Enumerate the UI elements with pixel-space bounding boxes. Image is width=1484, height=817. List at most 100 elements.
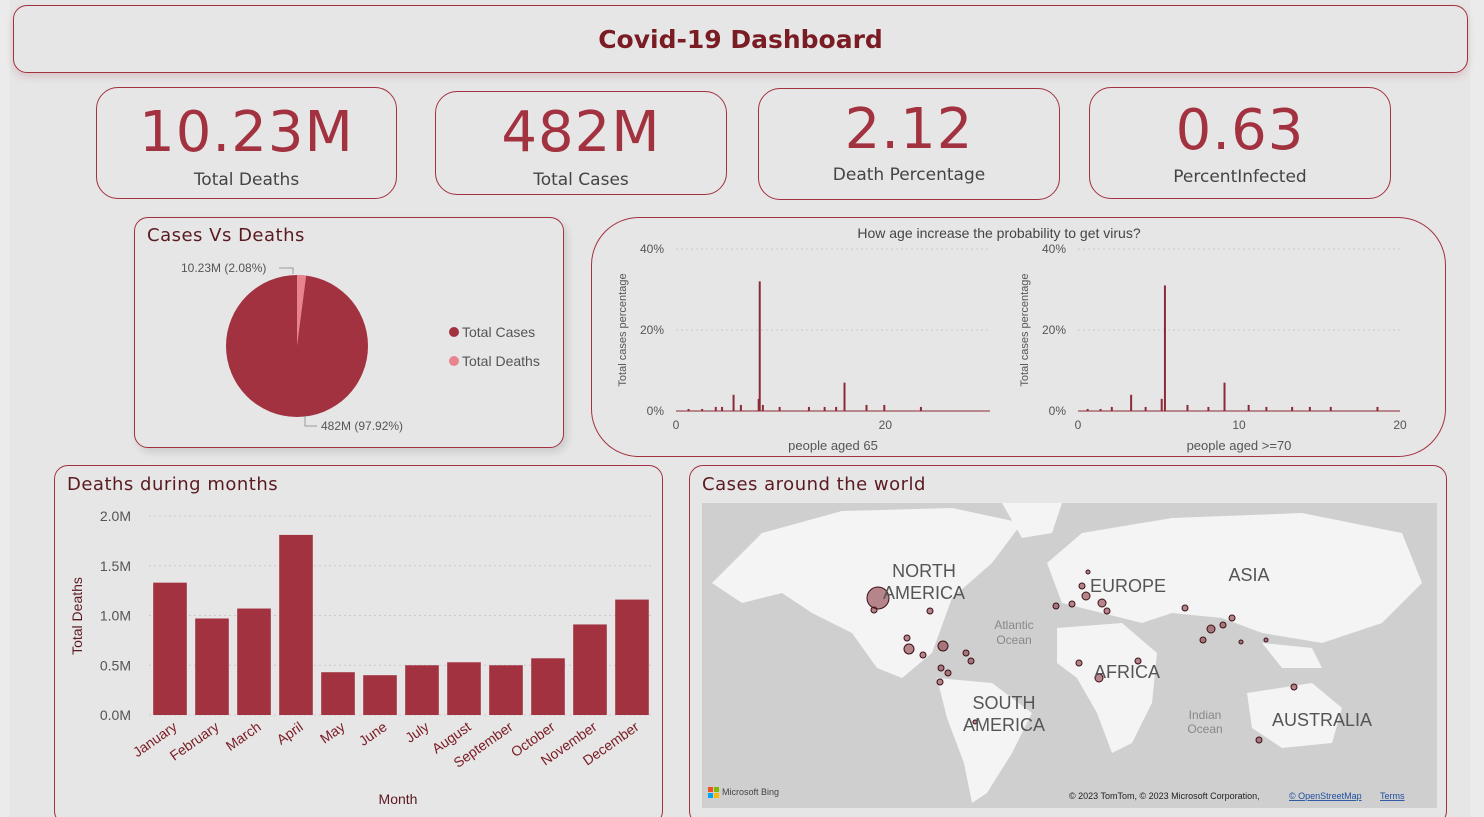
kpi-total-cases[interactable]: 482M Total Cases [435, 91, 727, 195]
legend-label-total-deaths[interactable]: Total Deaths [462, 353, 540, 369]
x-tick-label: May [317, 718, 348, 746]
continent-label: SOUTH [973, 693, 1036, 713]
kpi-percent-infected[interactable]: 0.63 PercentInfected [1089, 87, 1391, 199]
map-bubble[interactable] [967, 657, 975, 665]
histogram-bar[interactable] [778, 406, 781, 411]
openstreetmap-link[interactable]: © OpenStreetMap [1289, 791, 1362, 801]
map-bubble[interactable] [1228, 614, 1236, 622]
kpi-death-percentage[interactable]: 2.12 Death Percentage [758, 88, 1060, 200]
map-bubble[interactable] [1103, 607, 1111, 615]
map-bubble[interactable] [1097, 598, 1107, 608]
histogram-bar[interactable] [1376, 406, 1379, 411]
map-bubble[interactable] [1263, 637, 1269, 643]
map-bubble[interactable] [937, 640, 949, 652]
legend-label-total-cases[interactable]: Total Cases [462, 324, 535, 340]
histogram-bar[interactable] [919, 406, 922, 411]
kpi-value: 2.12 [844, 97, 974, 162]
world-map-card[interactable]: Cases around the world NORTH AMERICA EUR… [689, 465, 1447, 817]
map-bubble[interactable] [1068, 600, 1076, 608]
bar-july[interactable] [405, 665, 439, 715]
map-bubble[interactable] [962, 649, 970, 657]
monthly-deaths-card[interactable]: Deaths during months 0.0M 0.5M 1.0M 1.5M 2.0… [54, 465, 663, 817]
bar-march[interactable] [237, 608, 271, 715]
ocean-label: Ocean [1187, 722, 1222, 736]
histogram-bar[interactable] [758, 281, 761, 411]
histogram-bar[interactable] [865, 404, 868, 411]
map-bubble[interactable] [1078, 582, 1086, 590]
histogram-bar[interactable] [701, 408, 704, 411]
bar-december[interactable] [615, 599, 649, 715]
histogram-bar[interactable] [1247, 404, 1250, 411]
world-map[interactable]: NORTH AMERICA EUROPE ASIA AFRICA SOUTH A… [702, 503, 1437, 808]
histogram-bar[interactable] [1099, 408, 1102, 411]
bar-june[interactable] [363, 675, 397, 715]
histogram-bar[interactable] [1163, 285, 1166, 411]
histogram-bar[interactable] [1086, 408, 1089, 411]
map-bubble[interactable] [1052, 602, 1060, 610]
terms-link[interactable]: Terms [1380, 791, 1405, 801]
ocean-label: Indian [1189, 708, 1222, 722]
histogram-bar[interactable] [761, 404, 764, 411]
bar-february[interactable] [195, 618, 229, 715]
kpi-label: Death Percentage [832, 165, 986, 185]
map-bubble[interactable] [1181, 604, 1189, 612]
histogram-bar[interactable] [807, 406, 810, 411]
histogram-bar[interactable] [1186, 404, 1189, 411]
histogram-bar[interactable] [1207, 406, 1210, 411]
pie-chart-card[interactable]: Cases Vs Deaths 10.23M (2.08%) 482M (97.… [134, 217, 564, 448]
bar-september[interactable] [489, 665, 523, 715]
map-bubble[interactable] [903, 643, 915, 655]
histogram-bar[interactable] [1329, 406, 1332, 411]
bar-august[interactable] [447, 662, 481, 715]
histogram-bar[interactable] [843, 382, 846, 411]
map-bubble[interactable] [1085, 569, 1091, 575]
map-bubble[interactable] [1290, 683, 1298, 691]
histogram-bar[interactable] [1223, 382, 1226, 411]
map-bubble[interactable] [1081, 591, 1091, 601]
pie-leader-line [279, 267, 294, 274]
map-bubble[interactable] [944, 669, 952, 677]
histogram-bar[interactable] [1110, 406, 1113, 411]
histogram-bar[interactable] [1291, 406, 1294, 411]
x-axis-label: Month [379, 791, 418, 807]
bar-may[interactable] [321, 672, 355, 715]
x-axis-label: people aged 65 [788, 438, 878, 453]
histogram-bar[interactable] [721, 406, 724, 411]
map-bubble[interactable] [919, 651, 927, 659]
histogram-bar[interactable] [1160, 398, 1163, 411]
age-chart-title: How age increase the probability to get … [857, 225, 1140, 241]
bar-november[interactable] [573, 624, 607, 715]
histogram-bar[interactable] [1130, 394, 1133, 411]
histogram-bar[interactable] [1144, 406, 1147, 411]
map-bubble[interactable] [1075, 659, 1083, 667]
map-bubble[interactable] [937, 664, 945, 672]
map-bubble[interactable] [1255, 736, 1263, 744]
legend-marker-total-cases [449, 327, 459, 337]
bar-april[interactable] [279, 534, 313, 715]
histogram-bar[interactable] [1308, 406, 1311, 411]
bar-october[interactable] [531, 658, 565, 715]
histogram-bar[interactable] [739, 404, 742, 411]
map-bubble[interactable] [1206, 624, 1216, 634]
map-bubble[interactable] [870, 606, 878, 614]
histogram-bar[interactable] [732, 394, 735, 411]
y-tick-label: 1.5M [100, 558, 131, 574]
histogram-bar[interactable] [883, 404, 886, 411]
map-bubble[interactable] [1199, 636, 1207, 644]
kpi-total-deaths[interactable]: 10.23M Total Deaths [96, 87, 397, 199]
map-bubble[interactable] [903, 634, 911, 642]
bar-january[interactable] [153, 582, 187, 715]
histogram-bar[interactable] [1265, 406, 1268, 411]
histogram-bar[interactable] [687, 408, 690, 411]
histogram-bar[interactable] [823, 406, 826, 411]
map-bubble[interactable] [926, 607, 934, 615]
pie-leader-line [304, 416, 317, 427]
histogram-bar[interactable] [714, 406, 717, 411]
map-bubble[interactable] [1219, 621, 1227, 629]
y-tick-label: 40% [640, 242, 664, 256]
map-bubble[interactable] [936, 678, 944, 686]
age-chart-card[interactable]: How age increase the probability to get … [591, 217, 1446, 457]
continent-label: AMERICA [883, 583, 965, 603]
map-bubble[interactable] [1238, 639, 1244, 645]
histogram-bar[interactable] [835, 406, 838, 411]
